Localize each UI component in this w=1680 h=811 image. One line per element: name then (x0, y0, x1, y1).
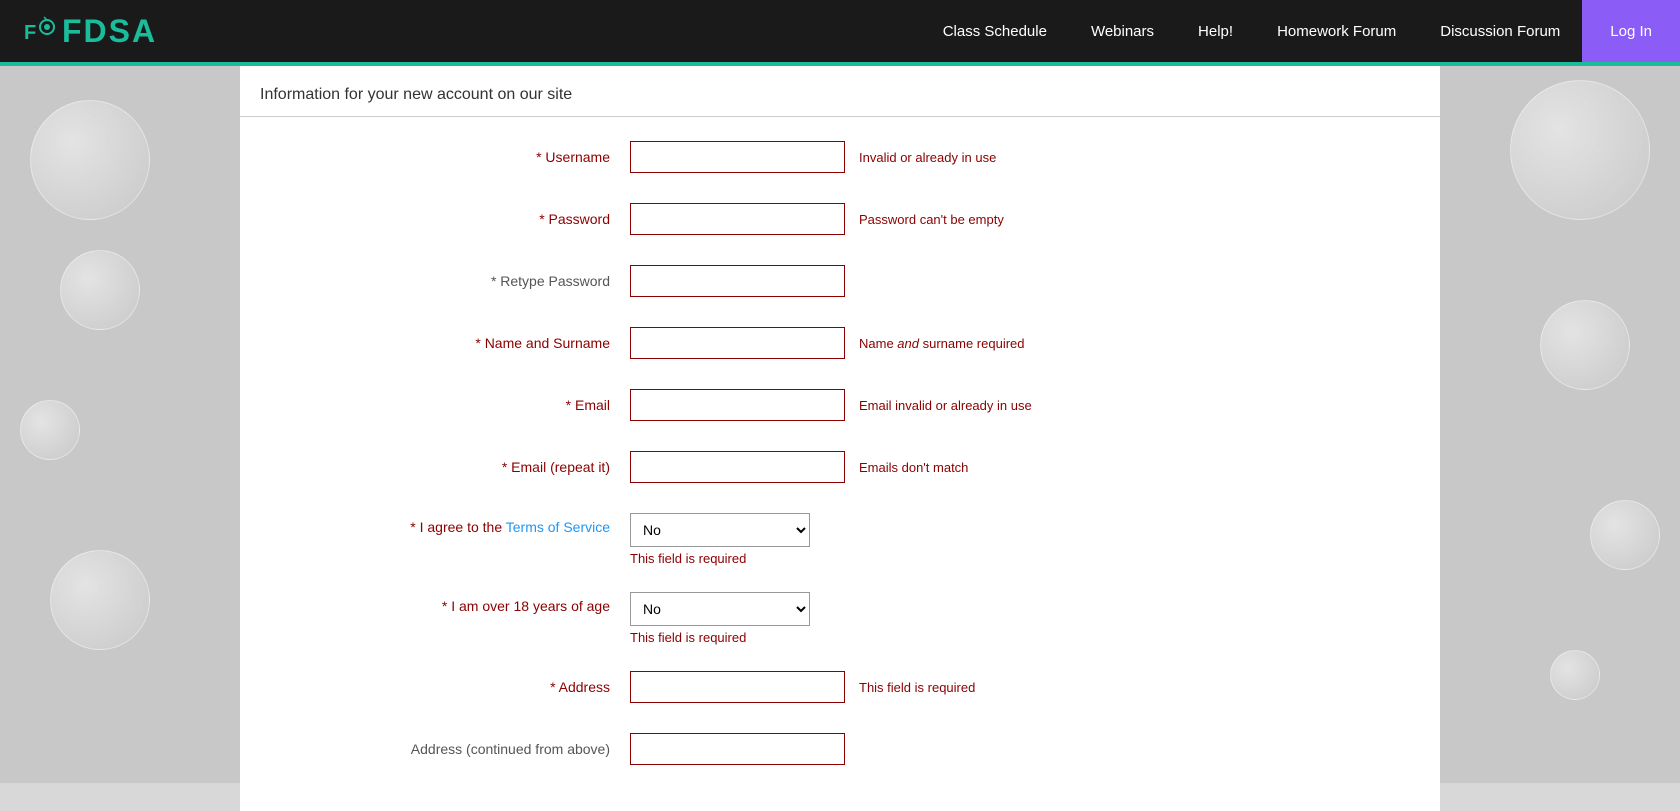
discussion-forum-link[interactable]: Discussion Forum (1418, 0, 1582, 62)
name-surname-label: * Name and Surname (260, 335, 630, 351)
name-surname-error-suffix: surname required (919, 336, 1025, 351)
retype-password-label: * Retype Password (260, 273, 630, 289)
password-row: * Password Password can't be empty (260, 199, 1420, 239)
age-select-wrap: No Yes This field is required (630, 592, 810, 645)
username-label: * Username (260, 149, 630, 165)
terms-label: * I agree to the Terms of Service (260, 513, 630, 535)
name-surname-row: * Name and Surname Name and surname requ… (260, 323, 1420, 363)
address-continued-row: Address (continued from above) (260, 729, 1420, 769)
email-input[interactable] (630, 389, 845, 421)
address-continued-input[interactable] (630, 733, 845, 765)
webinars-link[interactable]: Webinars (1069, 0, 1176, 62)
age-error: This field is required (630, 630, 810, 645)
age-select[interactable]: No Yes (630, 592, 810, 626)
password-error: Password can't be empty (859, 212, 1004, 227)
address-label: * Address (260, 679, 630, 695)
login-button[interactable]: Log In (1582, 0, 1680, 62)
page-content: Information for your new account on our … (240, 66, 1440, 811)
username-row: * Username Invalid or already in use (260, 137, 1420, 177)
retype-password-row: * Retype Password (260, 261, 1420, 301)
age-label: * I am over 18 years of age (260, 592, 630, 614)
address-input[interactable] (630, 671, 845, 703)
svg-text:F: F (24, 22, 36, 44)
username-input[interactable] (630, 141, 845, 173)
help-link[interactable]: Help! (1176, 0, 1255, 62)
form-title: Information for your new account on our … (240, 66, 1440, 117)
address-row: * Address This field is required (260, 667, 1420, 707)
terms-error: This field is required (630, 551, 810, 566)
terms-label-prefix: * I agree to the (410, 519, 505, 535)
password-label: * Password (260, 211, 630, 227)
terms-select-wrap: No Yes This field is required (630, 513, 810, 566)
email-repeat-label: * Email (repeat it) (260, 459, 630, 475)
email-error: Email invalid or already in use (859, 398, 1032, 413)
name-surname-error: Name and surname required (859, 336, 1025, 351)
name-surname-input[interactable] (630, 327, 845, 359)
email-repeat-error: Emails don't match (859, 460, 968, 475)
email-repeat-row: * Email (repeat it) Emails don't match (260, 447, 1420, 487)
age-row: * I am over 18 years of age No Yes This … (260, 588, 1420, 645)
retype-password-input[interactable] (630, 265, 845, 297)
logo-text: FDSA (62, 13, 157, 50)
terms-of-service-link[interactable]: Terms of Service (506, 519, 610, 535)
name-surname-error-italic: and (897, 336, 919, 351)
nav-links: Class Schedule Webinars Help! Homework F… (921, 0, 1680, 62)
terms-row: * I agree to the Terms of Service No Yes… (260, 509, 1420, 566)
terms-select[interactable]: No Yes (630, 513, 810, 547)
logo-container: F FDSA (0, 0, 177, 62)
form-container: * Username Invalid or already in use * P… (240, 117, 1440, 811)
fdsa-logo-icon: F (20, 13, 56, 49)
navbar: F FDSA Class Schedule Webinars Help! Hom… (0, 0, 1680, 62)
email-label: * Email (260, 397, 630, 413)
email-repeat-input[interactable] (630, 451, 845, 483)
address-continued-label: Address (continued from above) (260, 741, 630, 757)
address-error: This field is required (859, 680, 975, 695)
username-error: Invalid or already in use (859, 150, 996, 165)
homework-forum-link[interactable]: Homework Forum (1255, 0, 1418, 62)
name-surname-error-prefix: Name (859, 336, 897, 351)
class-schedule-link[interactable]: Class Schedule (921, 0, 1069, 62)
email-row: * Email Email invalid or already in use (260, 385, 1420, 425)
password-input[interactable] (630, 203, 845, 235)
